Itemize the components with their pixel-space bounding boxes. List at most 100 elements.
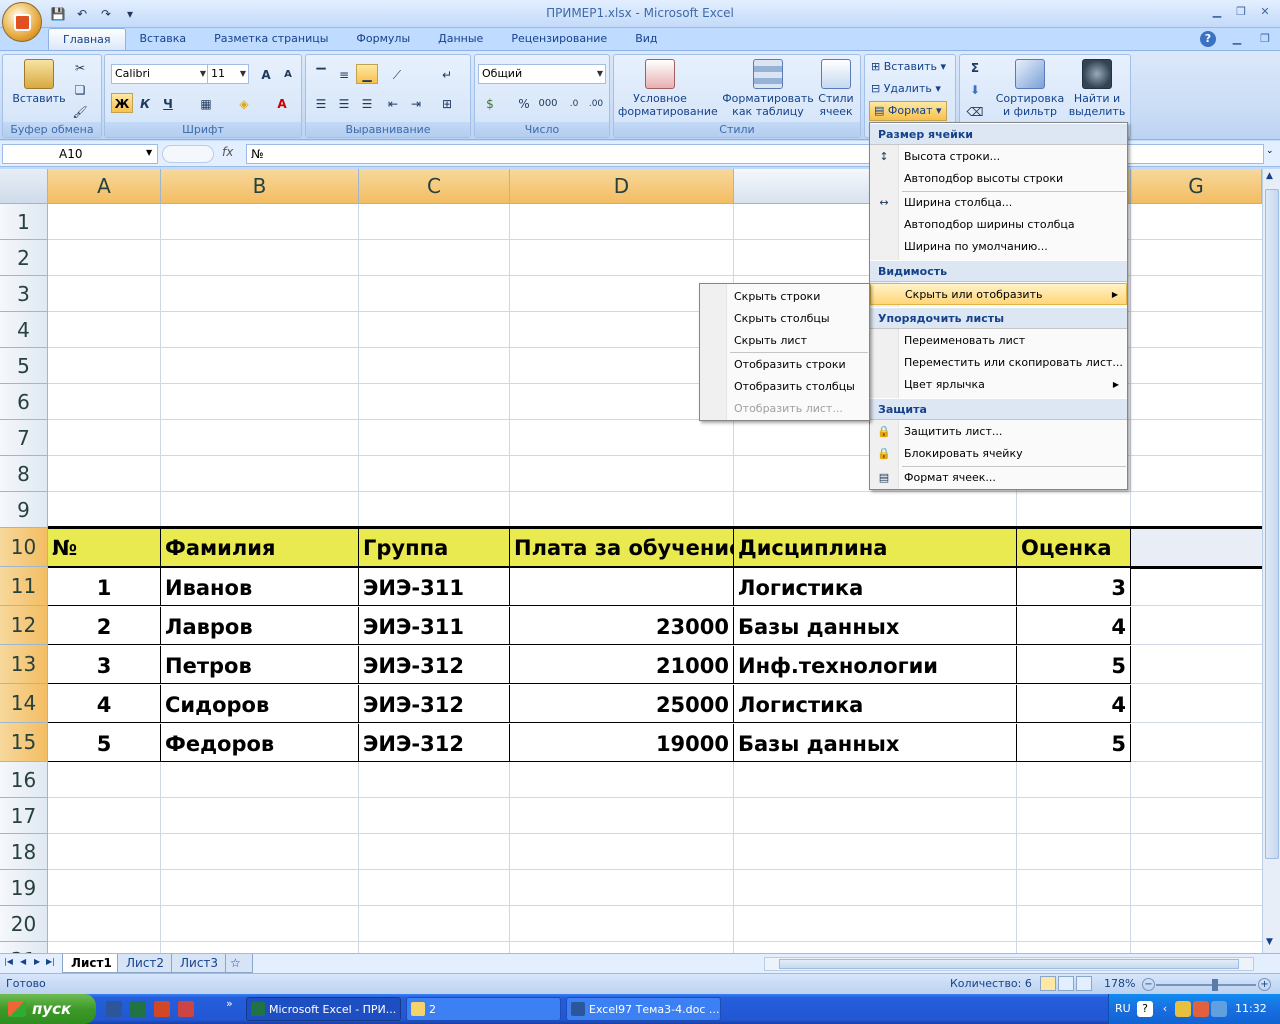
vertical-scrollbar[interactable]: ▲ ▼	[1262, 169, 1280, 953]
last-sheet-icon[interactable]: ▶|	[46, 957, 55, 966]
table-cell[interactable]: 19000	[510, 724, 734, 762]
excel-quick-icon[interactable]	[130, 1001, 146, 1017]
table-cell[interactable]: 3	[48, 646, 161, 684]
submenu-hide-sheet[interactable]: Скрыть лист	[700, 330, 869, 352]
shrink-font-button[interactable]: A	[277, 64, 299, 84]
fill-icon[interactable]: ⬇	[964, 79, 986, 99]
merge-center-icon[interactable]: ⊞	[436, 93, 458, 113]
row-header-17[interactable]: 17	[0, 798, 48, 834]
table-cell[interactable]: 25000	[510, 685, 734, 723]
table-cell[interactable]: Федоров	[161, 724, 359, 762]
table-header-cell[interactable]: Группа	[359, 528, 510, 567]
table-cell[interactable]: 21000	[510, 646, 734, 684]
submenu-hide-columns[interactable]: Скрыть столбцы	[700, 308, 869, 330]
tab-formulas[interactable]: Формулы	[342, 28, 424, 50]
row-header-4[interactable]: 4	[0, 312, 48, 348]
table-cell[interactable]: 1	[48, 568, 161, 606]
fill-color-icon[interactable]: ◈	[233, 93, 255, 113]
name-box-dropdown-icon[interactable]: ▼	[146, 148, 152, 157]
insert-cells-button[interactable]: ⊞ Вставить ▾	[871, 57, 946, 77]
column-header-d[interactable]: D	[510, 169, 734, 204]
row-header-8[interactable]: 8	[0, 456, 48, 492]
table-header-cell[interactable]: Оценка	[1017, 528, 1131, 567]
tab-data[interactable]: Данные	[424, 28, 497, 50]
row-header-7[interactable]: 7	[0, 420, 48, 456]
doc-minimize-icon[interactable]: ▁	[1226, 30, 1248, 48]
insert-function-icon[interactable]: fx	[222, 145, 233, 159]
orientation-icon[interactable]: ⟋	[386, 64, 408, 84]
normal-view-icon[interactable]	[1040, 976, 1056, 991]
table-header-cell[interactable]: №	[48, 528, 161, 567]
row-header-10[interactable]: 10	[0, 528, 48, 567]
align-left-icon[interactable]: ☰	[310, 93, 332, 113]
menu-move-copy-sheet[interactable]: Переместить или скопировать лист...	[870, 352, 1127, 374]
delete-cells-button[interactable]: ⊟ Удалить ▾	[871, 79, 941, 99]
task-folder[interactable]: 2	[406, 997, 561, 1021]
align-bottom-icon[interactable]: ▁	[356, 64, 378, 84]
increase-indent-icon[interactable]: ⇥	[405, 93, 427, 113]
format-painter-icon[interactable]: 🖌	[69, 101, 91, 121]
table-cell[interactable]: ЭИЭ-311	[359, 568, 510, 606]
cell-styles-button[interactable]: Стили ячеек	[814, 59, 858, 118]
scroll-up-icon[interactable]: ▲	[1266, 171, 1273, 181]
format-as-table-button[interactable]: Форматировать как таблицу	[722, 59, 814, 118]
first-sheet-icon[interactable]: |◀	[4, 957, 13, 966]
table-cell[interactable]: Лавров	[161, 607, 359, 645]
table-cell[interactable]	[510, 568, 734, 606]
row-header-16[interactable]: 16	[0, 762, 48, 798]
sheet-tab-3[interactable]: Лист3	[171, 954, 228, 973]
menu-protect-sheet[interactable]: 🔒 Защитить лист...	[870, 421, 1127, 443]
tab-review[interactable]: Рецензирование	[497, 28, 621, 50]
row-header-12[interactable]: 12	[0, 606, 48, 645]
prev-sheet-icon[interactable]: ◀	[20, 957, 26, 966]
table-cell[interactable]: 3	[1017, 568, 1131, 606]
table-cell[interactable]: Инф.технологии	[734, 646, 1017, 684]
sheet-tab-1[interactable]: Лист1	[62, 954, 121, 973]
borders-icon[interactable]: ▦	[195, 93, 217, 113]
table-cell[interactable]: Базы данных	[734, 607, 1017, 645]
help-tray-icon[interactable]: ?	[1137, 1001, 1153, 1017]
table-cell[interactable]: Сидоров	[161, 685, 359, 723]
table-cell[interactable]: Петров	[161, 646, 359, 684]
language-indicator[interactable]: RU	[1115, 1002, 1131, 1015]
table-cell[interactable]: ЭИЭ-312	[359, 646, 510, 684]
menu-tab-color[interactable]: Цвет ярлычка ▶	[870, 374, 1127, 396]
zoom-out-icon[interactable]: −	[1142, 978, 1155, 991]
percent-button[interactable]: %	[513, 93, 535, 113]
close-icon[interactable]: ✕	[1254, 3, 1276, 21]
horizontal-scrollbar[interactable]	[764, 957, 1254, 971]
tab-view[interactable]: Вид	[621, 28, 671, 50]
table-cell[interactable]: Базы данных	[734, 724, 1017, 762]
number-format-combo[interactable]: Общий ▼	[478, 64, 606, 84]
name-box[interactable]: A10	[2, 144, 158, 164]
font-color-icon[interactable]: A	[271, 93, 293, 113]
grow-font-button[interactable]: A	[255, 64, 277, 84]
decrease-decimal-icon[interactable]: .00	[585, 93, 607, 113]
menu-format-cells[interactable]: ▤ Формат ячеек...	[870, 467, 1127, 489]
underline-button[interactable]: Ч	[157, 93, 179, 113]
acrobat-quick-icon[interactable]	[178, 1001, 194, 1017]
table-cell[interactable]: ЭИЭ-312	[359, 685, 510, 723]
start-button[interactable]: пуск	[0, 994, 96, 1024]
network-tray-icon[interactable]	[1175, 1001, 1191, 1017]
row-header-3[interactable]: 3	[0, 276, 48, 312]
formula-splitter[interactable]	[162, 145, 214, 163]
autosum-button[interactable]: Σ	[964, 57, 986, 77]
word-quick-icon[interactable]	[106, 1001, 122, 1017]
table-cell[interactable]: Логистика	[734, 568, 1017, 606]
powerpoint-quick-icon[interactable]	[154, 1001, 170, 1017]
tab-page-layout[interactable]: Разметка страницы	[200, 28, 342, 50]
row-header-19[interactable]: 19	[0, 870, 48, 906]
table-cell[interactable]: 4	[1017, 685, 1131, 723]
paste-button[interactable]: Вставить	[11, 59, 67, 105]
column-header-c[interactable]: C	[359, 169, 510, 204]
next-sheet-icon[interactable]: ▶	[34, 957, 40, 966]
table-cell[interactable]: ЭИЭ-311	[359, 607, 510, 645]
menu-row-height[interactable]: ↕ Высота строки...	[870, 146, 1127, 168]
conditional-formatting-button[interactable]: Условное форматирование	[618, 59, 718, 118]
menu-autofit-row[interactable]: Автоподбор высоты строки	[870, 168, 1127, 190]
zoom-level[interactable]: 178%	[1104, 977, 1135, 990]
row-header-13[interactable]: 13	[0, 645, 48, 684]
align-center-icon[interactable]: ☰	[333, 93, 355, 113]
table-cell[interactable]: 5	[1017, 724, 1131, 762]
